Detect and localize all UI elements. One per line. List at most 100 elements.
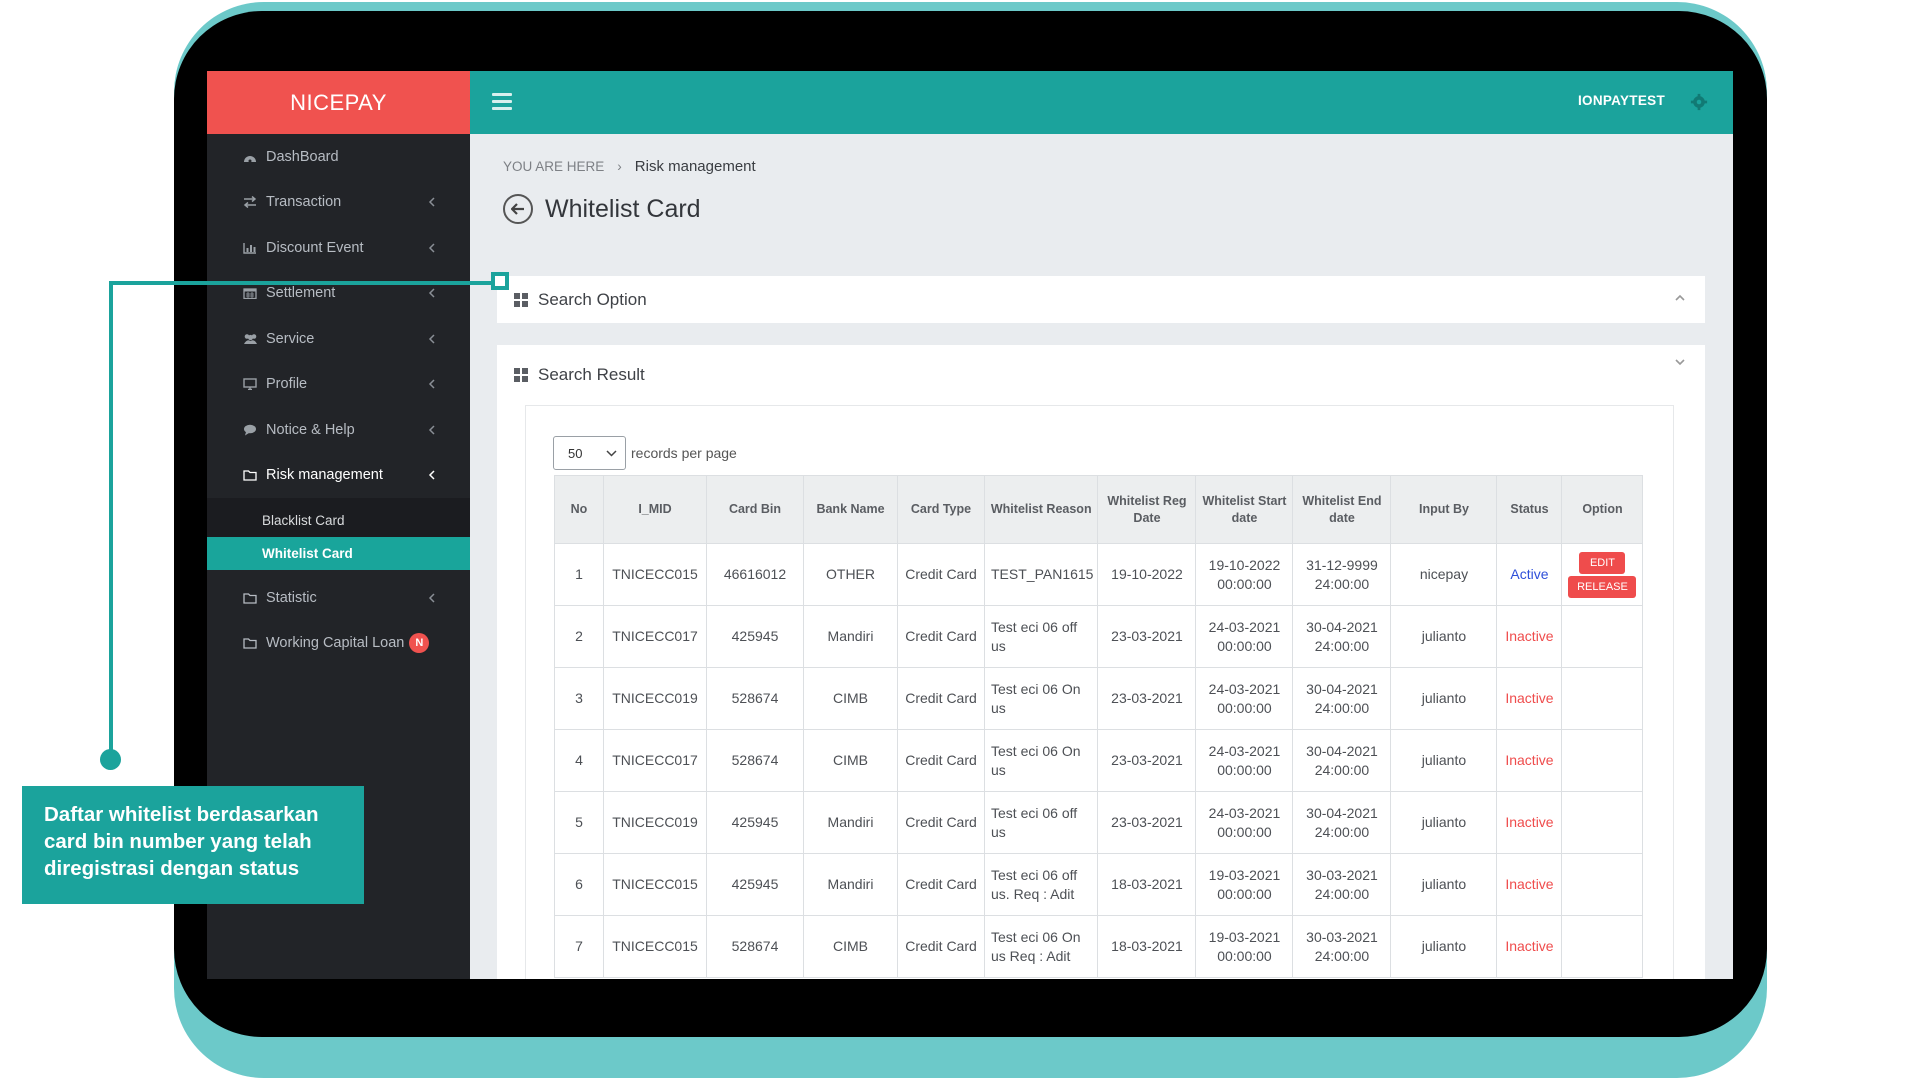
cell-by: julianto [1390, 729, 1498, 792]
column-header[interactable]: Whitelist End date [1292, 475, 1392, 544]
search-option-header[interactable]: Search Option [497, 276, 1705, 323]
column-header[interactable]: I_MID [603, 475, 707, 544]
cell-bin: 528674 [706, 729, 804, 792]
submenu-item-whitelist-card[interactable]: Whitelist Card [207, 537, 470, 570]
cell-type: Credit Card [897, 791, 985, 854]
cell-reason: Test eci 06 On us Req : Adit [983, 915, 1099, 978]
cell-no: 7 [554, 915, 604, 978]
sidebar-item-working-capital-loan[interactable]: Working Capital Loan N [207, 621, 470, 667]
sidebar-item-settlement[interactable]: Settlement [207, 271, 470, 317]
cell-option [1561, 605, 1644, 668]
column-header[interactable]: No [554, 475, 604, 544]
sidebar-item-notice-help[interactable]: Notice & Help [207, 407, 470, 453]
chevron-down-icon[interactable] [1675, 357, 1685, 367]
table-header-row: No I_MID Card Bin Bank Name Card Type Whiteli… [554, 475, 1644, 544]
sidebar-item-discount-event[interactable]: Discount Event [207, 225, 470, 271]
cell-status: Inactive [1496, 729, 1563, 792]
column-header[interactable]: Whitelist Start date [1195, 475, 1294, 544]
column-header[interactable]: Input By [1390, 475, 1498, 544]
sidebar-item-transaction[interactable]: Transaction [207, 180, 470, 226]
page-length-control: 50 records per page [553, 436, 737, 470]
sidebar-item-risk-management[interactable]: Risk management [207, 453, 470, 499]
column-header[interactable]: Option [1561, 475, 1644, 544]
cell-start: 19-10-2022 00:00:00 [1195, 543, 1294, 606]
cell-bank: Mandiri [803, 853, 898, 916]
top-bar: IONPAYTEST [470, 71, 1733, 134]
column-header[interactable]: Status [1496, 475, 1563, 544]
cell-reg: 18-03-2021 [1097, 853, 1197, 916]
menu-toggle-icon[interactable] [492, 93, 512, 110]
release-button[interactable]: RELEASE [1568, 575, 1637, 598]
chevron-left-icon [428, 240, 435, 256]
table-row[interactable]: 1 TNICECC015 46616012 OTHER Credit Card TEST_… [554, 543, 1644, 606]
table-row[interactable]: 2 TNICECC017 425945 Mandiri Credit Card Test … [554, 605, 1644, 668]
exchange-icon [242, 196, 258, 209]
cell-start: 24-03-2021 00:00:00 [1195, 667, 1294, 730]
chevron-left-icon [428, 467, 435, 483]
cell-option [1561, 729, 1644, 792]
table-row[interactable]: 7 TNICECC015 528674 CIMB Credit Card Test eci… [554, 915, 1644, 978]
sidebar-nav-lower: Statistic Working Capital Loan N [207, 575, 470, 666]
cell-end: 30-03-2021 24:00:00 [1292, 853, 1392, 916]
cell-reason: Test eci 06 On us [983, 667, 1099, 730]
search-result-header[interactable]: Search Result [497, 345, 1705, 405]
table-row[interactable]: 5 TNICECC019 425945 Mandiri Credit Card Test … [554, 791, 1644, 854]
callout-connector-vertical [109, 281, 113, 761]
table-row[interactable]: 4 TNICECC017 528674 CIMB Credit Card Test eci… [554, 729, 1644, 792]
sidebar-item-statistic[interactable]: Statistic [207, 575, 470, 621]
chevron-left-icon [428, 331, 435, 347]
chevron-down-icon [606, 449, 617, 457]
column-header[interactable]: Bank Name [803, 475, 898, 544]
cell-end: 30-04-2021 24:00:00 [1292, 667, 1392, 730]
folder-icon [242, 637, 258, 650]
cell-bin: 528674 [706, 667, 804, 730]
cell-by: julianto [1390, 605, 1498, 668]
folder-icon [242, 591, 258, 604]
sidebar-nav: DashBoard Transaction Discount Event Settle… [207, 134, 470, 498]
chevron-up-icon[interactable] [1675, 293, 1685, 303]
search-result-title: Search Result [538, 365, 645, 384]
sidebar-item-service[interactable]: Service [207, 316, 470, 362]
cell-bank: OTHER [803, 543, 898, 606]
edit-button[interactable]: EDIT [1579, 551, 1626, 574]
folder-icon [242, 469, 258, 482]
cell-end: 31-12-9999 24:00:00 [1292, 543, 1392, 606]
cell-reg: 23-03-2021 [1097, 605, 1197, 668]
back-button[interactable] [503, 194, 533, 224]
brand-logo[interactable]: NICEPAY [207, 71, 470, 134]
page-header: Whitelist Card [503, 194, 701, 224]
chat-icon [242, 423, 258, 436]
sidebar-item-profile[interactable]: Profile [207, 362, 470, 408]
cell-end: 30-04-2021 24:00:00 [1292, 605, 1392, 668]
app-screen: NICEPAY DashBoard Transaction Discount Eve… [207, 71, 1733, 979]
user-name[interactable]: IONPAYTEST [1578, 93, 1665, 108]
cell-start: 24-03-2021 00:00:00 [1195, 605, 1294, 668]
sidebar-item-dashboard[interactable]: DashBoard [207, 134, 470, 180]
page-length-label: records per page [631, 445, 737, 461]
sidebar-item-label: Discount Event [266, 239, 364, 256]
status-badge: Inactive [1505, 628, 1554, 644]
cell-no: 6 [554, 853, 604, 916]
cell-reg: 23-03-2021 [1097, 791, 1197, 854]
cell-bank: CIMB [803, 729, 898, 792]
table-row[interactable]: 6 TNICECC015 425945 Mandiri Credit Card Test … [554, 853, 1644, 916]
cell-by: julianto [1390, 791, 1498, 854]
cell-mid: TNICECC015 [603, 853, 707, 916]
breadcrumb-current[interactable]: Risk management [635, 158, 756, 175]
column-header[interactable]: Whitelist Reason [983, 475, 1099, 544]
cell-option [1561, 915, 1644, 978]
search-option-panel: Search Option [497, 276, 1705, 323]
page-length-select[interactable]: 50 [553, 436, 626, 470]
table-row[interactable]: 3 TNICECC019 528674 CIMB Credit Card Test eci… [554, 667, 1644, 730]
cell-status: Inactive [1496, 915, 1563, 978]
column-header[interactable]: Card Type [897, 475, 985, 544]
bar-chart-icon [242, 241, 258, 254]
gear-icon[interactable] [1690, 93, 1708, 111]
cell-mid: TNICECC019 [603, 667, 707, 730]
column-header[interactable]: Card Bin [706, 475, 804, 544]
sidebar-item-label: Notice & Help [266, 421, 355, 438]
column-header[interactable]: Whitelist Reg Date [1097, 475, 1197, 544]
sidebar-item-label: Settlement [266, 285, 336, 302]
submenu-item-blacklist-card[interactable]: Blacklist Card [207, 504, 470, 537]
cell-status: Active [1496, 543, 1563, 606]
